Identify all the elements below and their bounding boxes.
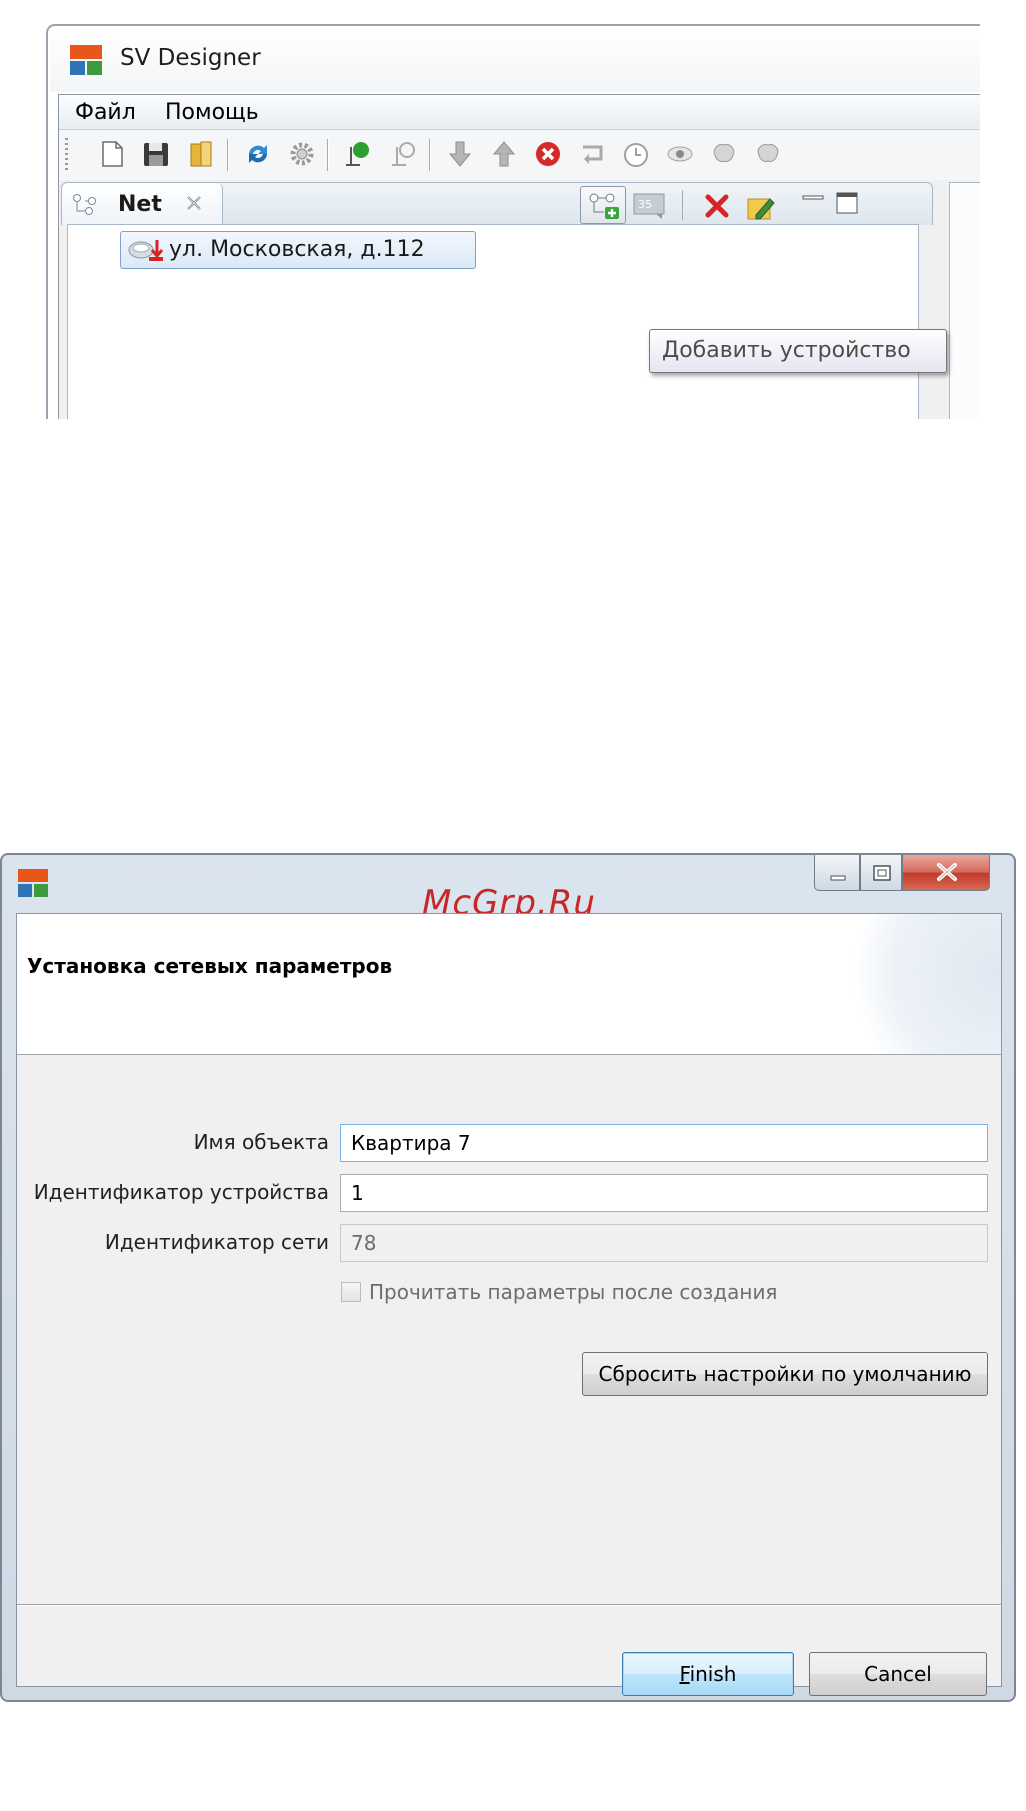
reset-defaults-button[interactable]: Сбросить настройки по умолчанию bbox=[582, 1352, 988, 1396]
object-name-input[interactable] bbox=[340, 1124, 988, 1162]
stop-error-icon[interactable] bbox=[533, 139, 563, 169]
device-network-icon bbox=[127, 237, 165, 263]
app-logo-icon bbox=[70, 45, 102, 75]
device-id-label: Идентификатор устройства bbox=[33, 1180, 329, 1204]
disconnect-icon[interactable] bbox=[389, 139, 419, 169]
minimize-icon[interactable] bbox=[802, 191, 824, 211]
toolbar-separator bbox=[327, 139, 328, 171]
restore-window-button[interactable] bbox=[860, 855, 902, 891]
save-icon[interactable] bbox=[141, 139, 171, 169]
header-decoration bbox=[841, 914, 1001, 1054]
finish-label: inish bbox=[689, 1662, 737, 1686]
svg-text:35: 35 bbox=[638, 198, 652, 211]
add-device-icon[interactable] bbox=[580, 186, 626, 224]
net-tree-icon bbox=[72, 193, 98, 215]
connect-icon[interactable] bbox=[343, 139, 373, 169]
tree-item[interactable]: ул. Московская, д.112 bbox=[120, 231, 476, 269]
menu-file[interactable]: Файл bbox=[75, 100, 136, 125]
main-window: SV Designer Файл Помощь Net 35 ул. Моско… bbox=[46, 24, 980, 419]
app-logo-icon bbox=[18, 869, 48, 897]
tree-item-label: ул. Московская, д.112 bbox=[169, 237, 425, 262]
minimize-window-button[interactable] bbox=[814, 855, 860, 891]
clock-icon[interactable] bbox=[621, 139, 651, 169]
delete-icon[interactable] bbox=[702, 191, 732, 221]
network-settings-dialog: McGrp.Ru Установка сетевых параметров Им… bbox=[0, 853, 1016, 1702]
tab-net[interactable]: Net bbox=[62, 183, 223, 225]
dialog-title: Установка сетевых параметров bbox=[27, 954, 393, 978]
net-view: Net 35 ул. Московская, д.112 bbox=[61, 182, 933, 419]
tab-net-label: Net bbox=[118, 192, 162, 217]
finish-mnemonic: F bbox=[679, 1662, 690, 1686]
eye-icon[interactable] bbox=[665, 139, 695, 169]
window-client: Файл Помощь Net 35 ул. Московская, д.112… bbox=[58, 94, 980, 419]
right-pane bbox=[949, 182, 980, 419]
finish-button[interactable]: Finish bbox=[622, 1652, 794, 1696]
cancel-button[interactable]: Cancel bbox=[809, 1652, 987, 1696]
view-toolbar-separator bbox=[682, 190, 683, 220]
view-tab-strip: Net 35 bbox=[61, 182, 933, 225]
menu-help[interactable]: Помощь bbox=[165, 100, 259, 125]
toolbar-separator bbox=[429, 139, 430, 171]
new-file-icon[interactable] bbox=[97, 139, 127, 169]
device-id-input[interactable] bbox=[340, 1174, 988, 1212]
toolbar-grip[interactable] bbox=[65, 138, 68, 172]
close-tab-icon[interactable] bbox=[184, 193, 204, 213]
dialog-header: Установка сетевых параметров bbox=[17, 914, 1001, 1055]
read-params-checkbox[interactable] bbox=[341, 1282, 361, 1302]
refresh-icon[interactable] bbox=[243, 139, 273, 169]
brain-icon[interactable] bbox=[709, 139, 739, 169]
main-toolbar bbox=[59, 130, 980, 180]
close-window-button[interactable] bbox=[902, 855, 990, 891]
title-bar: SV Designer bbox=[50, 28, 980, 92]
brain-icon[interactable] bbox=[753, 139, 783, 169]
open-folder-icon[interactable] bbox=[187, 139, 217, 169]
code-icon[interactable]: 35 bbox=[632, 190, 668, 220]
dialog-body: Установка сетевых параметров Имя объекта… bbox=[16, 913, 1002, 1696]
settings-gear-icon[interactable] bbox=[287, 139, 317, 169]
maximize-icon[interactable] bbox=[836, 191, 858, 215]
tooltip: Добавить устройство bbox=[649, 329, 947, 373]
window-frame: SV Designer Файл Помощь Net 35 ул. Моско… bbox=[46, 24, 980, 419]
upload-icon[interactable] bbox=[489, 139, 519, 169]
network-id-input[interactable] bbox=[340, 1224, 988, 1262]
menu-bar: Файл Помощь bbox=[59, 95, 980, 130]
network-id-label: Идентификатор сети bbox=[104, 1230, 329, 1254]
object-name-label: Имя объекта bbox=[193, 1130, 329, 1154]
download-icon[interactable] bbox=[445, 139, 475, 169]
toolbar-separator bbox=[227, 139, 228, 171]
tooltip-text: Добавить устройство bbox=[662, 338, 911, 363]
edit-icon[interactable] bbox=[746, 191, 778, 221]
footer-separator bbox=[17, 1604, 1001, 1605]
window-title: SV Designer bbox=[120, 45, 261, 71]
read-params-checkbox-label: Прочитать параметры после создания bbox=[369, 1280, 778, 1304]
net-tree: ул. Московская, д.112 bbox=[67, 224, 919, 419]
loop-icon[interactable] bbox=[577, 139, 607, 169]
